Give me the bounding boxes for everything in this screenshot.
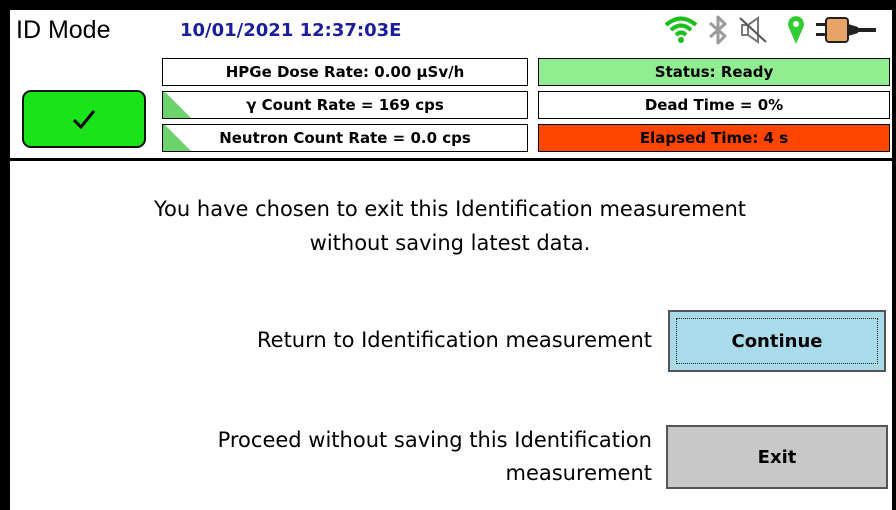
- status-icon-bar: [660, 14, 890, 54]
- checkmark-icon: [72, 110, 96, 130]
- mode-title: ID Mode: [16, 16, 111, 44]
- exit-warning-message: You have chosen to exit this Identificat…: [40, 192, 860, 260]
- status-badge: Status: Ready: [538, 58, 890, 86]
- header-divider: [10, 158, 892, 161]
- exit-row-label: Proceed without saving this Identificati…: [60, 424, 652, 490]
- location-pin-icon: [788, 16, 804, 44]
- neutron-level-indicator: [163, 125, 191, 151]
- dose-rate-readout: HPGe Dose Rate: 0.00 µSv/h: [162, 58, 528, 86]
- dose-rate-label: HPGe Dose Rate: 0.00 µSv/h: [225, 63, 465, 81]
- focus-outline: [676, 318, 878, 364]
- continue-button[interactable]: Continue: [668, 310, 886, 372]
- device-screen: ID Mode 10/01/2021 12:37:03E HPGe Dose R…: [0, 0, 896, 510]
- datetime-display: 10/01/2021 12:37:03E: [180, 20, 402, 41]
- neutron-count-readout: Neutron Count Rate = 0.0 cps: [162, 124, 528, 152]
- message-line-1: You have chosen to exit this Identificat…: [154, 197, 746, 221]
- dead-time-label: Dead Time = 0%: [644, 96, 784, 114]
- power-plug-icon: [816, 17, 876, 43]
- continue-row-label: Return to Identification measurement: [257, 328, 652, 352]
- message-line-2: without saving latest data.: [309, 231, 591, 255]
- status-label: Status: Ready: [654, 63, 774, 81]
- exit-button[interactable]: Exit: [666, 425, 888, 489]
- speaker-muted-icon: [739, 16, 767, 44]
- neutron-count-label: Neutron Count Rate = 0.0 cps: [219, 129, 471, 147]
- gamma-count-label: γ Count Rate = 169 cps: [246, 96, 444, 114]
- exit-button-label: Exit: [757, 446, 797, 468]
- exit-row-label-line-2: measurement: [505, 461, 652, 485]
- gamma-count-readout: γ Count Rate = 169 cps: [162, 91, 528, 119]
- acknowledge-button[interactable]: [22, 90, 146, 148]
- bluetooth-icon: [709, 15, 727, 45]
- exit-row-label-line-1: Proceed without saving this Identificati…: [217, 428, 652, 452]
- elapsed-time-readout: Elapsed Time: 4 s: [538, 124, 890, 152]
- wifi-icon: [664, 16, 698, 43]
- elapsed-time-label: Elapsed Time: 4 s: [639, 129, 789, 147]
- gamma-level-indicator: [163, 92, 191, 118]
- dead-time-readout: Dead Time = 0%: [538, 91, 890, 119]
